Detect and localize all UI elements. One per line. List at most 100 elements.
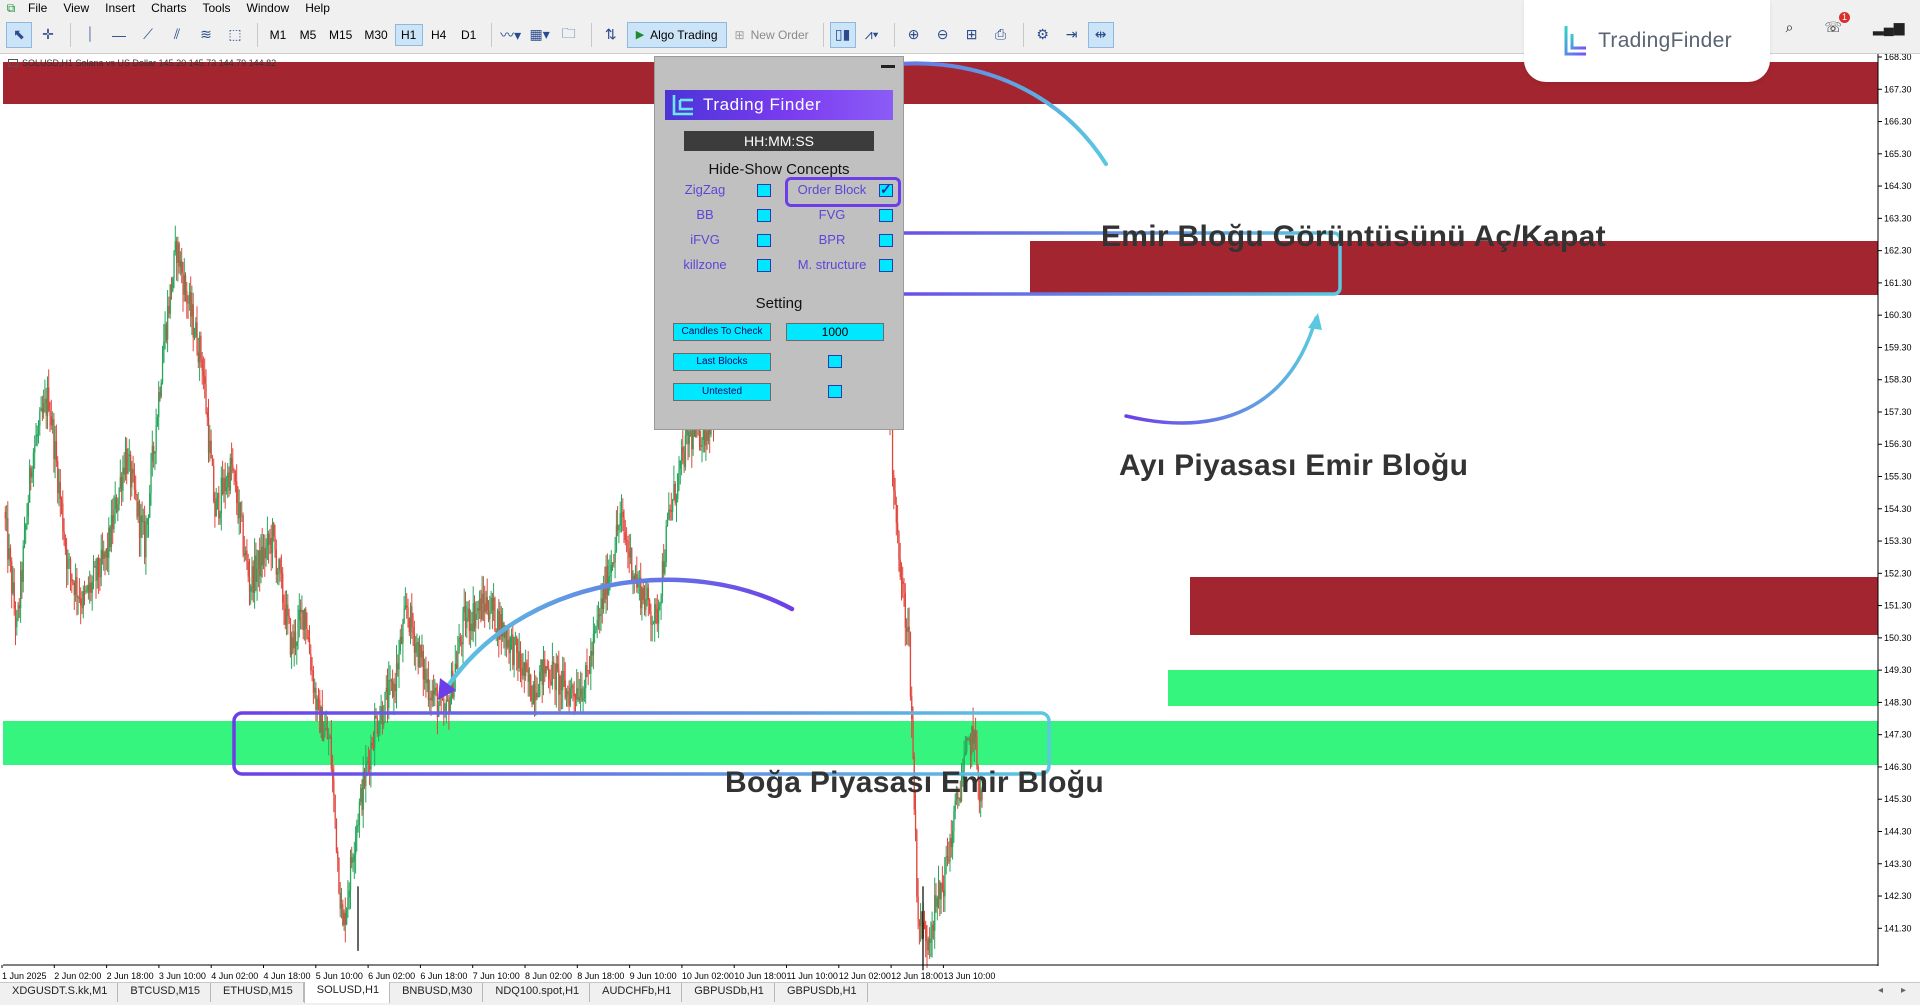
menu-help[interactable]: Help: [301, 0, 342, 16]
timeframe-m1[interactable]: M1: [264, 24, 292, 46]
menu-file[interactable]: File: [24, 0, 59, 16]
price-label: 157.30: [1884, 407, 1912, 417]
candle-body: [18, 605, 20, 609]
settings-gear-icon[interactable]: ⚙: [1030, 22, 1056, 48]
timeframe-m15[interactable]: M15: [324, 24, 357, 46]
candle-body: [519, 651, 522, 669]
zoom-in-icon[interactable]: ⊕: [901, 22, 927, 48]
crosshair-icon[interactable]: ✛: [35, 22, 61, 48]
annotation-bullish-order-block: Boğa Piyasası Emir Bloğu: [725, 766, 1104, 799]
chart-tab[interactable]: XDGUSDT.S.kk,M1: [0, 983, 119, 1002]
untested-button[interactable]: Untested: [673, 383, 771, 401]
menu-view[interactable]: View: [59, 0, 101, 16]
screenshot-icon[interactable]: ⎙: [988, 22, 1014, 48]
trendline-icon[interactable]: ⟋: [135, 22, 161, 48]
menu-tools[interactable]: Tools: [199, 0, 243, 16]
checkbox-killzone[interactable]: [757, 259, 771, 272]
algo-trading-button[interactable]: ▶ Algo Trading: [626, 21, 727, 48]
candle-body: [681, 447, 683, 461]
indicators-icon[interactable]: 〰▾: [498, 22, 524, 48]
checkbox-ifvg[interactable]: [757, 234, 771, 247]
candle-body: [531, 700, 533, 705]
candles-to-check-button[interactable]: Candles To Check: [673, 323, 771, 341]
candle-body: [953, 811, 955, 831]
candle-body: [651, 624, 653, 626]
candle-body: [278, 559, 280, 572]
price-label: 154.30: [1884, 504, 1912, 514]
shapes-icon[interactable]: ⬚: [222, 22, 248, 48]
chart-tab[interactable]: BNBUSD,M30: [390, 983, 484, 1002]
candle-body: [167, 305, 169, 340]
zoom-out-icon[interactable]: ⊖: [930, 22, 956, 48]
candle-body: [71, 573, 73, 582]
chart-tab[interactable]: ETHUSD,M15: [211, 983, 304, 1002]
time-label: 9 Jun 10:00: [630, 971, 677, 981]
candle-body: [305, 609, 307, 629]
fibonacci-icon[interactable]: ≋: [193, 22, 219, 48]
time-label: 5 Jun 10:00: [316, 971, 363, 981]
timeframe-h4[interactable]: H4: [425, 24, 453, 46]
new-order-button[interactable]: ⊞ New Order: [727, 22, 817, 48]
grid-icon[interactable]: ⊞: [959, 22, 985, 48]
line-chart-icon[interactable]: ⩘▾: [859, 22, 885, 48]
candle-body: [342, 904, 344, 926]
timeframe-d1[interactable]: D1: [455, 24, 483, 46]
market-watch-icon[interactable]: ⇅: [598, 22, 624, 48]
horizontal-line-icon[interactable]: ―: [106, 22, 132, 48]
chart-shift-icon[interactable]: ⇹: [1087, 21, 1114, 48]
chart-tab[interactable]: GBPUSDb,H1: [682, 983, 775, 1002]
candle-body: [931, 924, 933, 939]
chart-tab[interactable]: NDQ100.spot,H1: [483, 983, 591, 1002]
candle-body: [481, 593, 483, 620]
templates-icon[interactable]: ▦▾: [527, 22, 553, 48]
auto-scroll-icon[interactable]: ⇥: [1059, 22, 1085, 48]
candlestick-chart-icon[interactable]: ▯▮: [829, 21, 856, 48]
candle-body: [611, 562, 614, 565]
search-icon[interactable]: ⌕: [1786, 19, 1794, 36]
chart-area[interactable]: 168.30 167.30 166.30 165.30 164.30 163.30 162.…: [0, 54, 1920, 982]
menu-window[interactable]: Window: [243, 0, 302, 16]
candles-to-check-input[interactable]: 1000: [786, 323, 884, 341]
tab-scroll-controls: ◂ ▸: [1864, 983, 1920, 998]
checkbox-zigzag[interactable]: [757, 184, 771, 197]
candle-body: [136, 495, 138, 517]
chart-tab[interactable]: AUDCHFb,H1: [590, 983, 683, 1002]
channel-icon[interactable]: ⫽: [164, 22, 190, 48]
checkbox-untested[interactable]: [828, 385, 842, 398]
signal-level-icon[interactable]: ▂▄▆: [1873, 19, 1904, 36]
timeframe-m5[interactable]: M5: [294, 24, 322, 46]
timeframe-m30[interactable]: M30: [359, 24, 392, 46]
trading-finder-panel[interactable]: Trading Finder HH:MM:SS Hide-Show Concep…: [654, 56, 904, 430]
cursor-icon[interactable]: ⬉: [6, 21, 32, 48]
price-chart[interactable]: 168.30 167.30 166.30 165.30 164.30 163.30 162.…: [0, 54, 1920, 982]
checkbox-last-blocks[interactable]: [828, 355, 842, 368]
chart-tab[interactable]: GBPUSDb,H1: [775, 983, 868, 1002]
menu-insert[interactable]: Insert: [101, 0, 147, 16]
candle-body: [485, 597, 487, 613]
panel-titlebar: [655, 57, 903, 68]
checkbox-market-structure[interactable]: [879, 259, 893, 272]
candle-body: [164, 324, 166, 342]
candle-body: [546, 666, 548, 669]
chart-tab-active[interactable]: SOLUSD,H1: [303, 982, 391, 1003]
checkbox-bpr[interactable]: [879, 234, 893, 247]
timeframe-h1[interactable]: H1: [394, 23, 423, 46]
chart-tab[interactable]: BTCUSD,M15: [118, 983, 212, 1002]
checkbox-fvg[interactable]: [879, 209, 893, 222]
price-label: 155.30: [1884, 472, 1912, 482]
scroll-right-icon[interactable]: ▸: [1901, 985, 1906, 996]
scroll-left-icon[interactable]: ◂: [1878, 985, 1883, 996]
menu-charts[interactable]: Charts: [147, 0, 198, 16]
vertical-line-icon[interactable]: ⏐: [77, 22, 103, 48]
candle-body: [367, 761, 370, 763]
profiles-icon[interactable]: 🗀: [556, 22, 582, 48]
minimize-icon[interactable]: [881, 65, 895, 68]
checkbox-bb[interactable]: [757, 209, 771, 222]
last-blocks-button[interactable]: Last Blocks: [673, 353, 771, 371]
candle-body: [935, 895, 937, 907]
candle-body: [386, 687, 389, 708]
candle-body: [475, 614, 477, 628]
notifications-icon[interactable]: ☏ 1: [1824, 11, 1850, 36]
candle-body: [666, 519, 669, 526]
candle-body: [691, 430, 693, 450]
